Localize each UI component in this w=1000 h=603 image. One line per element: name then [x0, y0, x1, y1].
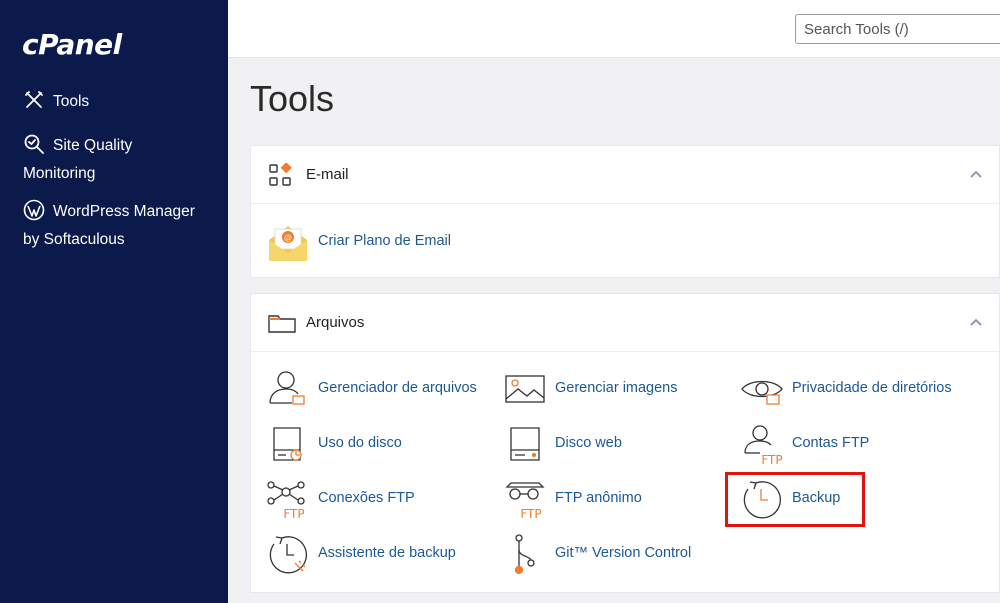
- folder-icon: [268, 311, 296, 335]
- sidebar-item-label: WordPress Manager: [53, 203, 195, 220]
- git-icon: [503, 532, 547, 576]
- svg-text:FTP: FTP: [283, 507, 304, 521]
- svg-text:@: @: [284, 233, 292, 242]
- magnifier-icon: [23, 133, 45, 155]
- sidebar-item-site-quality[interactable]: Site Quality Monitoring: [23, 132, 213, 188]
- panel-title: Arquivos: [306, 314, 365, 331]
- tool-label: Conexões FTP: [318, 490, 415, 506]
- sidebar-item-label-line2: by Softaculous: [23, 231, 125, 248]
- tool-label: Disco web: [555, 435, 622, 451]
- tool-label: Privacidade de diretórios: [792, 380, 952, 396]
- file-manager-icon: [266, 367, 310, 411]
- chevron-up-icon[interactable]: [969, 168, 983, 182]
- search-input[interactable]: [795, 14, 1000, 44]
- sidebar: cPanel Tools Site Quality Monitoring Wor…: [0, 0, 228, 603]
- svg-text:FTP: FTP: [520, 507, 541, 521]
- anonymous-ftp-icon: FTP: [503, 477, 547, 521]
- disk-usage-icon: [266, 422, 310, 466]
- email-panel: E-mail @ Criar Plano de Email: [250, 145, 1000, 278]
- wordpress-icon: [23, 199, 45, 221]
- tool-label: Git™ Version Control: [555, 545, 692, 561]
- tool-label: Assistente de backup: [318, 545, 456, 561]
- sidebar-item-label: Tools: [53, 93, 90, 110]
- email-panel-header[interactable]: E-mail: [251, 146, 999, 204]
- tool-label: FTP anônimo: [555, 490, 642, 506]
- sidebar-item-wordpress[interactable]: WordPress Manager by Softaculous: [23, 198, 213, 254]
- svg-text:FTP: FTP: [761, 453, 782, 466]
- web-disk-icon: [503, 422, 547, 466]
- images-icon: [503, 367, 547, 411]
- email-envelope-icon: @: [266, 220, 310, 264]
- tool-label: Gerenciar imagens: [555, 380, 678, 396]
- grid-icon: [268, 162, 292, 187]
- backup-wizard-icon: [266, 532, 310, 576]
- tool-label: Gerenciador de arquivos: [318, 380, 477, 396]
- backup-highlight-box: [725, 472, 865, 527]
- chevron-up-icon[interactable]: [969, 316, 983, 330]
- cpanel-logo[interactable]: cPanel: [22, 28, 122, 61]
- tools-icon: [23, 89, 45, 111]
- panel-title: E-mail: [306, 166, 349, 183]
- tool-label: Criar Plano de Email: [318, 233, 451, 249]
- tool-label: Contas FTP: [792, 435, 870, 451]
- page-title: Tools: [250, 78, 335, 119]
- tool-label: Uso do disco: [318, 435, 402, 451]
- files-panel: Arquivos Gerenciador de arquivos Gerenci…: [250, 293, 1000, 593]
- sidebar-item-label: Site Quality: [53, 137, 133, 154]
- ftp-accounts-icon: FTP: [740, 422, 784, 467]
- files-panel-header[interactable]: Arquivos: [251, 294, 999, 352]
- ftp-connections-icon: FTP: [266, 477, 310, 521]
- sidebar-item-tools[interactable]: Tools: [23, 88, 213, 116]
- directory-privacy-icon: [740, 367, 784, 411]
- sidebar-item-label-line2: Monitoring: [23, 165, 96, 182]
